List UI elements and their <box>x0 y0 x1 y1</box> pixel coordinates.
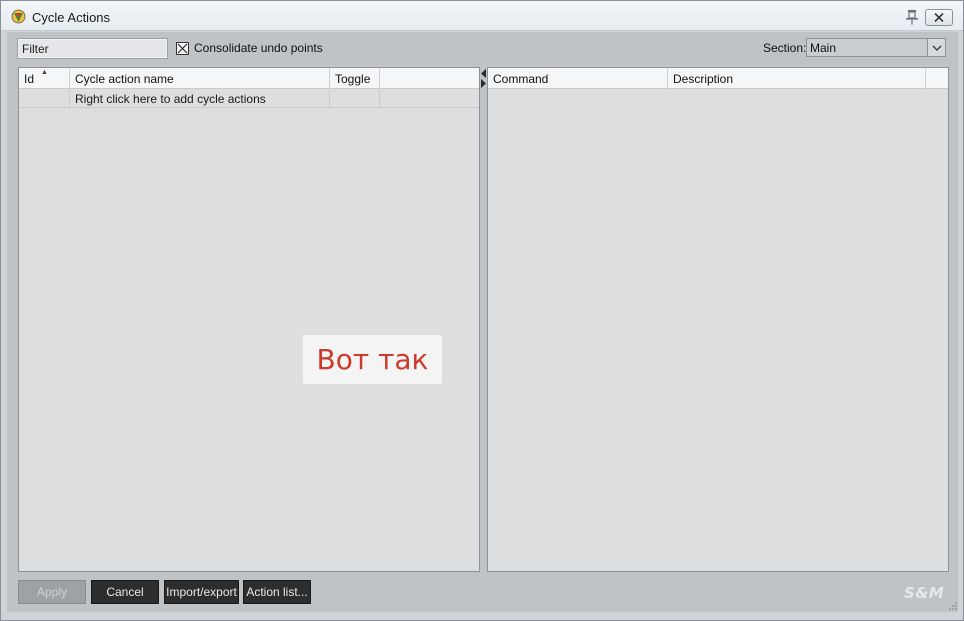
section-label: Section: <box>763 41 807 55</box>
section-value: Main <box>810 41 837 55</box>
overlay-caption-text: Вот так <box>316 343 429 376</box>
pin-icon[interactable] <box>903 8 921 26</box>
filter-input[interactable] <box>17 38 168 59</box>
sort-ascending-icon: ▲ <box>41 69 48 76</box>
splitter-left-arrow-icon[interactable] <box>480 69 487 78</box>
table-row[interactable]: Right click here to add cycle actions <box>19 90 479 108</box>
column-header-empty <box>380 68 479 89</box>
panel-splitter[interactable] <box>480 67 487 572</box>
chevron-down-icon[interactable] <box>927 39 945 56</box>
cell-id <box>19 90 70 108</box>
close-button[interactable] <box>925 9 953 26</box>
reaper-logo-icon <box>11 9 26 24</box>
checkmark-x-icon <box>177 43 188 54</box>
brand-logo: S&M <box>904 584 945 602</box>
column-header-toggle[interactable]: Toggle <box>330 68 380 89</box>
apply-button[interactable]: Apply <box>18 580 86 604</box>
cycle-actions-window: Cycle Actions Consolidate undo points Se… <box>0 0 964 621</box>
title-bar[interactable]: Cycle Actions <box>1 1 963 31</box>
action-list-button[interactable]: Action list... <box>243 580 311 604</box>
column-header-command[interactable]: Command <box>488 68 668 89</box>
column-header-empty <box>926 68 948 89</box>
resize-grip-icon[interactable] <box>948 601 958 611</box>
cancel-button[interactable]: Cancel <box>91 580 159 604</box>
consolidate-undo-label[interactable]: Consolidate undo points <box>194 41 323 55</box>
consolidate-undo-checkbox[interactable] <box>176 42 189 55</box>
import-export-button[interactable]: Import/export <box>164 580 239 604</box>
column-header-name[interactable]: Cycle action name <box>70 68 330 89</box>
close-icon <box>934 13 944 22</box>
cell-toggle <box>330 90 380 108</box>
column-header-description[interactable]: Description <box>668 68 926 89</box>
list-header: Id ▲ Cycle action name Toggle <box>19 68 479 89</box>
cell-name: Right click here to add cycle actions <box>70 90 330 108</box>
window-title: Cycle Actions <box>32 10 111 25</box>
dialog-client-area: Consolidate undo points Section: Main Id… <box>7 32 958 612</box>
commands-list[interactable]: Command Description <box>487 67 949 572</box>
splitter-right-arrow-icon[interactable] <box>480 79 487 88</box>
overlay-caption: Вот так <box>303 335 442 384</box>
column-header-id[interactable]: Id ▲ <box>19 68 70 89</box>
section-dropdown[interactable]: Main <box>806 38 946 57</box>
cycle-actions-list[interactable]: Id ▲ Cycle action name Toggle Right clic… <box>18 67 480 572</box>
list-header: Command Description <box>488 68 948 89</box>
